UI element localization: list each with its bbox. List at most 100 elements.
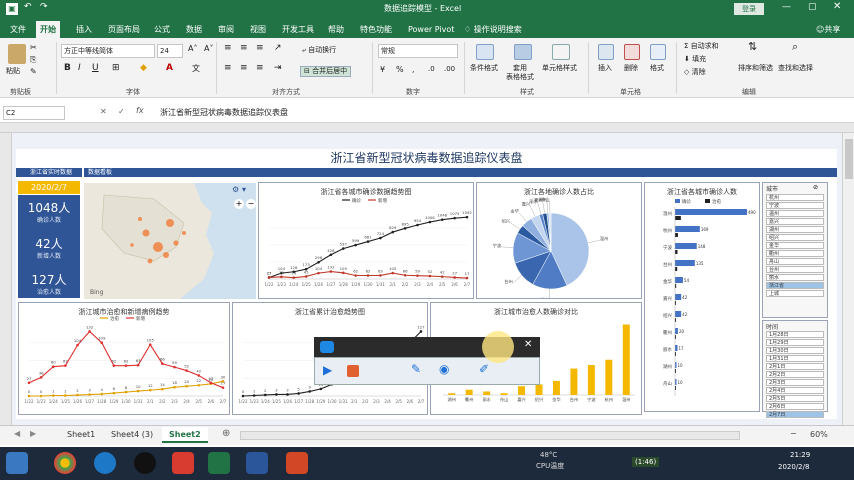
- tab-formulas[interactable]: 公式: [150, 21, 174, 38]
- enter-icon[interactable]: ✓: [118, 107, 125, 116]
- cut-icon[interactable]: ✂: [30, 43, 37, 52]
- tab-review[interactable]: 审阅: [214, 21, 238, 38]
- play-icon[interactable]: ▶: [323, 363, 332, 377]
- city-slicer-item[interactable]: 舟山: [766, 258, 824, 265]
- phonetic-icon[interactable]: 文: [192, 64, 200, 73]
- number-format-select[interactable]: 常规: [378, 44, 458, 58]
- map-panel[interactable]: Bing ⚙ ▾ + −: [84, 183, 256, 299]
- percent-icon[interactable]: %: [396, 65, 404, 74]
- city-slicer-item[interactable]: 浙江省: [766, 282, 824, 289]
- scroll-left-icon[interactable]: ◀: [14, 429, 20, 438]
- pie-panel[interactable]: 浙江各地确诊人数占比 温州杭州台州宁波绍兴金华嘉兴丽水衢州湖州舟山: [476, 182, 642, 299]
- horizontal-scrollbar[interactable]: [240, 431, 740, 440]
- italic-button[interactable]: I: [78, 64, 81, 73]
- zoom-level[interactable]: 60%: [810, 430, 828, 439]
- align-top-icon[interactable]: ≡: [224, 44, 232, 53]
- comma-icon[interactable]: ,: [412, 65, 415, 74]
- bold-button[interactable]: B: [64, 64, 71, 73]
- trend-panel[interactable]: 浙江省各城市确诊数据趋势图 1/22 1/23 1/24 1/25 1/26 1/27 1/…: [258, 182, 474, 299]
- city-slicer-item[interactable]: 温州: [766, 210, 824, 217]
- copy-icon[interactable]: ⎘: [30, 55, 36, 64]
- close-icon[interactable]: ✕: [833, 1, 841, 12]
- autosum-button[interactable]: Σ 自动求和: [684, 42, 719, 51]
- date-slicer-item[interactable]: 1月31日: [766, 355, 824, 362]
- city-slicer-item[interactable]: 嘉兴: [766, 218, 824, 225]
- date-slicer-item[interactable]: 2月4日: [766, 387, 824, 394]
- insert-cells-button[interactable]: 插入: [598, 64, 612, 73]
- tell-me-search[interactable]: ♢ 操作说明搜索: [460, 21, 526, 38]
- merge-center-button[interactable]: ⊟ 合并后居中: [300, 66, 352, 77]
- stop-icon[interactable]: [347, 365, 359, 377]
- start-icon[interactable]: [6, 452, 28, 474]
- add-sheet-icon[interactable]: ⊕: [222, 428, 230, 439]
- name-box[interactable]: C2: [3, 106, 65, 120]
- date-slicer-item[interactable]: 1月30日: [766, 347, 824, 354]
- fill-color-icon[interactable]: ◆: [140, 64, 147, 73]
- tab-special[interactable]: 特色功能: [356, 21, 396, 38]
- format-cells-button[interactable]: 格式: [650, 64, 664, 73]
- font-size-select[interactable]: 24: [157, 44, 183, 58]
- clear-filter-icon[interactable]: ⊘: [813, 184, 818, 191]
- increase-decimal-icon[interactable]: .0: [428, 65, 435, 74]
- tab-home[interactable]: 开始: [36, 21, 60, 38]
- tab-developer[interactable]: 开发工具: [278, 21, 318, 38]
- sheet-tab-1[interactable]: Sheet1: [60, 427, 102, 443]
- tab-page-layout[interactable]: 页面布局: [104, 21, 144, 38]
- wrap-text-button[interactable]: ⤶ 自动换行: [302, 46, 336, 55]
- paste-icon[interactable]: [8, 44, 26, 64]
- scroll-thumb[interactable]: [845, 139, 853, 179]
- powerpoint-icon[interactable]: [286, 452, 308, 474]
- draw-icon[interactable]: ✐: [479, 362, 489, 376]
- date-slicer-item[interactable]: 2月6日: [766, 403, 824, 410]
- undo-icon[interactable]: ↶: [24, 2, 32, 12]
- align-left-icon[interactable]: ≡: [224, 64, 232, 73]
- font-name-select[interactable]: 方正中等线简体: [61, 44, 155, 58]
- delete-cells-icon[interactable]: [624, 44, 640, 60]
- chrome-icon[interactable]: [54, 452, 76, 474]
- find-icon[interactable]: ⌕: [792, 41, 798, 52]
- fill-button[interactable]: ⬇ 填充: [684, 55, 706, 64]
- tab-file[interactable]: 文件: [6, 21, 30, 38]
- zoom-in-icon[interactable]: +: [234, 199, 244, 209]
- excel-icon[interactable]: [208, 452, 230, 474]
- share-button[interactable]: ☺共享: [812, 21, 844, 38]
- city-slicer-item[interactable]: 衢州: [766, 250, 824, 257]
- scroll-right-icon[interactable]: ▶: [30, 429, 36, 438]
- clear-button[interactable]: ◇ 清除: [684, 68, 706, 77]
- align-center-icon[interactable]: ≡: [240, 64, 248, 73]
- map-filter-icon[interactable]: ▾: [242, 185, 246, 194]
- date-slicer-item[interactable]: 2月1日: [766, 363, 824, 370]
- city-slicer-item[interactable]: 金华: [766, 242, 824, 249]
- insert-cells-icon[interactable]: [598, 44, 614, 60]
- pen-icon[interactable]: ✎: [411, 362, 421, 376]
- table-format-button[interactable]: 套用 表格格式: [506, 64, 534, 82]
- date-slicer[interactable]: 时间 1月28日 1月29日 1月30日 1月31日 2月1日 2月2日 2月3日 2月4日 2…: [762, 320, 828, 418]
- city-slicer-item[interactable]: 台州: [766, 266, 824, 273]
- zoom-minus-icon[interactable]: −: [790, 429, 797, 438]
- align-right-icon[interactable]: ≡: [256, 64, 264, 73]
- tab-insert[interactable]: 插入: [72, 21, 96, 38]
- city-slicer[interactable]: 城市 ⊘ 杭州 宁波 温州 嘉兴 湖州 绍兴 金华 衢州 舟山 台州 丽水 浙江省 上城: [762, 182, 828, 318]
- align-bottom-icon[interactable]: ≡: [256, 44, 264, 53]
- tab-power-pivot[interactable]: Power Pivot: [404, 21, 458, 38]
- fx-icon[interactable]: fx: [136, 106, 144, 115]
- webcam-icon[interactable]: ◉: [439, 362, 449, 376]
- delete-cells-button[interactable]: 删除: [624, 64, 638, 73]
- date-slicer-item[interactable]: 1月28日: [766, 331, 824, 338]
- conditional-format-icon[interactable]: [476, 44, 494, 60]
- font-color-icon[interactable]: A: [166, 64, 173, 73]
- formula-input[interactable]: 浙江省新型冠状病毒数据追踪仪表盘: [160, 107, 288, 118]
- daily-panel[interactable]: 浙江城市治愈和新增病例趋势 1/22 1/23 1/24 1/25 1/26 1/27 1/…: [18, 302, 230, 415]
- decrease-decimal-icon[interactable]: .00: [444, 65, 455, 74]
- qq-icon[interactable]: [134, 452, 156, 474]
- grow-font-icon[interactable]: A˄: [188, 44, 197, 53]
- map-settings-icon[interactable]: ⚙: [232, 185, 239, 194]
- shrink-font-icon[interactable]: A˅: [204, 44, 213, 53]
- sort-filter-button[interactable]: 排序和筛选: [738, 64, 773, 73]
- orientation-icon[interactable]: ↗: [274, 44, 282, 53]
- tab-data[interactable]: 数据: [182, 21, 206, 38]
- format-cells-icon[interactable]: [650, 44, 666, 60]
- date-slicer-item[interactable]: 1月29日: [766, 339, 824, 346]
- vertical-scrollbar[interactable]: [842, 133, 854, 425]
- tab-view[interactable]: 视图: [246, 21, 270, 38]
